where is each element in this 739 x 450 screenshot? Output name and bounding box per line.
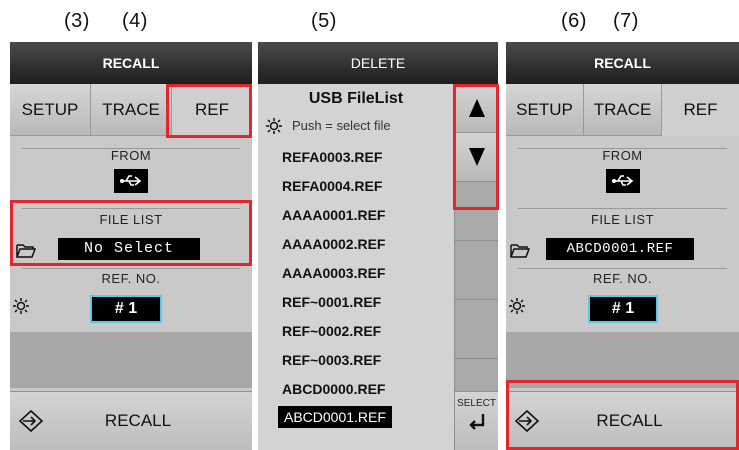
ref-no-label: REF. NO. bbox=[593, 271, 652, 286]
divider bbox=[22, 268, 240, 269]
list-item[interactable]: AAAA0003.REF bbox=[282, 262, 385, 284]
selected-list-item[interactable]: ABCD0001.REF bbox=[278, 406, 392, 428]
list-item[interactable]: AAAA0002.REF bbox=[282, 233, 385, 255]
list-item[interactable]: AAAA0001.REF bbox=[282, 204, 385, 226]
ref-number-field[interactable]: # 1 bbox=[588, 295, 658, 323]
knob-icon bbox=[13, 298, 29, 314]
tab-ref[interactable]: REF bbox=[662, 84, 739, 136]
recall-button[interactable]: RECALL bbox=[10, 391, 252, 450]
list-item[interactable]: ABCD0000.REF bbox=[282, 378, 385, 400]
knob-icon bbox=[509, 298, 525, 314]
step-3-label: (3) bbox=[64, 10, 90, 32]
list-item[interactable]: REF~0003.REF bbox=[282, 349, 381, 371]
from-label: FROM bbox=[110, 148, 152, 163]
tab-bar: SETUP TRACE REF bbox=[506, 84, 739, 136]
step-6-label: (6) bbox=[561, 10, 587, 32]
ref-no-label: REF. NO. bbox=[101, 271, 161, 286]
list-item[interactable]: REFA0003.REF bbox=[282, 146, 382, 168]
tab-setup[interactable]: SETUP bbox=[10, 84, 91, 136]
hint-text: Push = select file bbox=[292, 118, 391, 133]
step-5-label: (5) bbox=[311, 10, 337, 32]
ref-number-field[interactable]: # 1 bbox=[90, 295, 162, 323]
step-4-label: (4) bbox=[122, 10, 148, 32]
divider bbox=[518, 268, 727, 269]
step-7-label: (7) bbox=[613, 10, 639, 32]
knob-icon bbox=[266, 118, 282, 134]
highlight-scroll-buttons bbox=[453, 84, 499, 210]
list-item[interactable]: REF~0001.REF bbox=[282, 291, 381, 313]
screen-title: RECALL bbox=[506, 42, 739, 84]
highlight-recall-button bbox=[506, 380, 739, 450]
tab-trace[interactable]: TRACE bbox=[584, 84, 662, 136]
usb-source-button[interactable] bbox=[606, 169, 640, 193]
usb-source-button[interactable] bbox=[114, 169, 148, 193]
scroll-track-segment bbox=[455, 241, 498, 300]
empty-area bbox=[10, 332, 252, 388]
enter-icon bbox=[468, 414, 484, 430]
highlight-ref-tab bbox=[166, 84, 252, 138]
file-list-hint: Push = select file bbox=[258, 116, 454, 138]
highlight-file-list bbox=[10, 200, 252, 266]
tab-setup[interactable]: SETUP bbox=[506, 84, 584, 136]
select-label: SELECT bbox=[457, 398, 496, 409]
divider bbox=[518, 208, 727, 209]
tab-trace[interactable]: TRACE bbox=[91, 84, 172, 136]
list-item[interactable]: REFA0004.REF bbox=[282, 175, 382, 197]
usb-icon bbox=[120, 175, 142, 186]
usb-icon bbox=[612, 175, 634, 186]
file-list: USB FileList Push = select file REFA0003… bbox=[258, 84, 454, 450]
file-list-label: FILE LIST bbox=[590, 212, 655, 227]
file-list-title: USB FileList bbox=[308, 90, 404, 107]
scroll-track-segment bbox=[455, 300, 498, 359]
screen-title: DELETE bbox=[258, 42, 498, 84]
from-label: FROM bbox=[602, 148, 643, 163]
screen-title: RECALL bbox=[10, 42, 252, 84]
recall-label: RECALL bbox=[104, 411, 172, 430]
file-select-field[interactable]: ABCD0001.REF bbox=[546, 238, 694, 260]
list-item[interactable]: REF~0002.REF bbox=[282, 320, 381, 342]
select-button[interactable]: SELECT bbox=[455, 391, 498, 450]
folder-icon bbox=[510, 244, 530, 258]
